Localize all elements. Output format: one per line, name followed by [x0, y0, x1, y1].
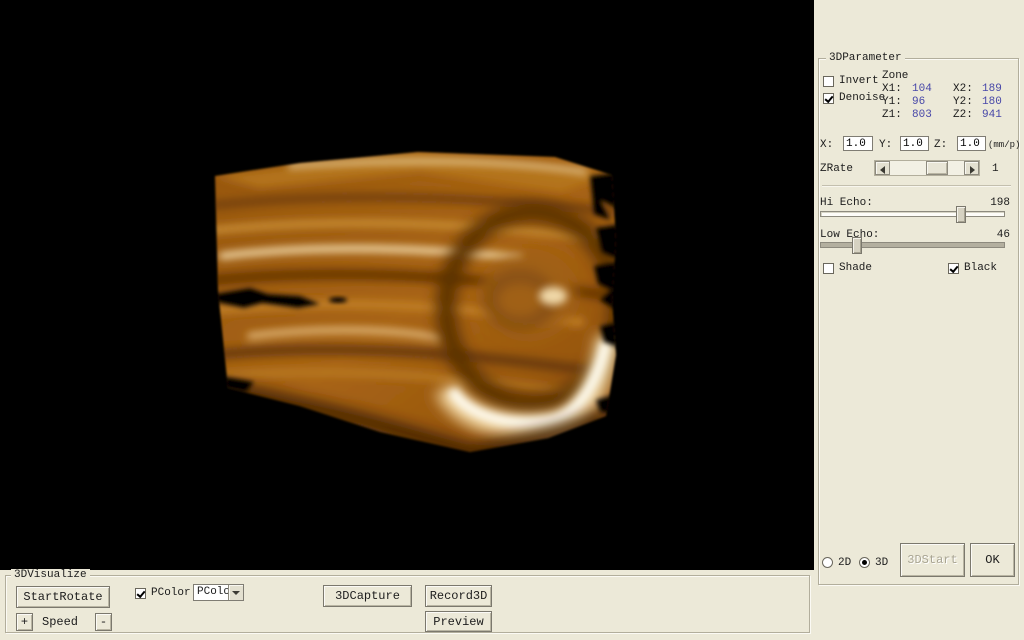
zone-x2-value: 189 [982, 83, 1002, 96]
zone-x1-label: X1: [882, 83, 902, 96]
zone-y1-label: Y1: [882, 96, 902, 109]
start3d-button[interactable]: 3DStart [900, 543, 965, 577]
low-echo-value: 46 [980, 229, 1010, 242]
pcolor-dropdown[interactable]: PColor [193, 584, 244, 601]
hi-echo-label: Hi Echo: [820, 197, 873, 210]
zone-z1-value: 803 [912, 109, 932, 122]
low-echo-thumb[interactable] [852, 237, 862, 254]
denoise-checkbox[interactable] [823, 93, 834, 104]
scale-unit-label: (mm/p) [988, 139, 1020, 152]
low-echo-label: Low Echo: [820, 229, 879, 242]
zone-x1-value: 104 [912, 83, 932, 96]
pcolor-checkbox[interactable] [135, 588, 146, 599]
pcolor-label: PColor [151, 587, 191, 600]
start-rotate-button[interactable]: StartRotate [16, 586, 110, 608]
y-scale-input[interactable] [900, 136, 929, 151]
application-window: 3DParameter Invert Denoise Zone X1: 104 … [0, 0, 1024, 640]
zrate-left-arrow-icon[interactable] [875, 161, 890, 175]
invert-checkbox[interactable] [823, 76, 834, 87]
visualize-group-title: 3DVisualize [11, 569, 90, 582]
capture3d-button[interactable]: 3DCapture [323, 585, 412, 607]
visualize-panel: 3DVisualize StartRotate PColor PColor + … [0, 570, 814, 640]
speed-minus-button[interactable]: - [95, 613, 112, 631]
zrate-right-arrow-icon[interactable] [964, 161, 979, 175]
mode-2d-radio[interactable] [822, 557, 833, 568]
zone-z2-value: 941 [982, 109, 1002, 122]
speed-label: Speed [42, 616, 78, 629]
speed-plus-button[interactable]: + [16, 613, 33, 631]
denoise-label: Denoise [839, 92, 885, 105]
low-echo-track[interactable] [820, 242, 1005, 248]
hi-echo-track[interactable] [820, 211, 1005, 217]
zone-y1-value: 96 [912, 96, 925, 109]
zone-y2-label: Y2: [953, 96, 973, 109]
mode-3d-radio[interactable] [859, 557, 870, 568]
parameter-panel: 3DParameter Invert Denoise Zone X1: 104 … [814, 0, 1024, 640]
mode-2d-label: 2D [838, 557, 851, 570]
black-label: Black [964, 262, 997, 275]
zrate-label: ZRate [820, 163, 853, 176]
x-scale-label: X: [820, 139, 833, 152]
zone-title: Zone [882, 70, 908, 83]
z-scale-input[interactable] [957, 136, 986, 151]
zrate-scrollbar[interactable] [874, 160, 980, 176]
pcolor-dropdown-arrow-icon[interactable] [228, 585, 243, 600]
volume-render [0, 0, 814, 570]
render-viewport[interactable] [0, 0, 814, 570]
black-checkbox[interactable] [948, 263, 959, 274]
y-scale-label: Y: [879, 139, 892, 152]
shade-label: Shade [839, 262, 872, 275]
shade-checkbox[interactable] [823, 263, 834, 274]
ok-button[interactable]: OK [970, 543, 1015, 577]
zone-z2-label: Z2: [953, 109, 973, 122]
hi-echo-thumb[interactable] [956, 206, 966, 223]
z-scale-label: Z: [934, 139, 947, 152]
hi-echo-value: 198 [980, 197, 1010, 210]
invert-label: Invert [839, 75, 879, 88]
preview-button[interactable]: Preview [425, 611, 492, 632]
x-scale-input[interactable] [843, 136, 873, 151]
zrate-value: 1 [992, 163, 999, 176]
zrate-thumb[interactable] [926, 161, 948, 175]
zone-y2-value: 180 [982, 96, 1002, 109]
zone-z1-label: Z1: [882, 109, 902, 122]
zone-x2-label: X2: [953, 83, 973, 96]
separator-line [822, 185, 1011, 187]
param-group-title: 3DParameter [826, 52, 905, 65]
record3d-button[interactable]: Record3D [425, 585, 492, 607]
mode-3d-label: 3D [875, 557, 888, 570]
